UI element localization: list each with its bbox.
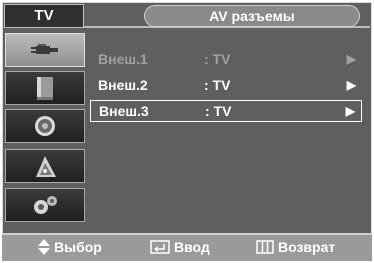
menu-row-ext3[interactable]: Внеш.3 : TV ▶ <box>90 100 362 122</box>
footer-select-label: Выбор <box>54 239 102 255</box>
footer-enter: Ввод <box>150 235 210 259</box>
channel-icon <box>36 156 56 177</box>
footer-select: Выбор <box>38 235 102 259</box>
menu-row-label: Внеш.2 <box>98 77 148 93</box>
sidebar-item-picture[interactable] <box>5 71 85 105</box>
menu-row-ext2[interactable]: Внеш.2 : TV ▶ <box>90 75 362 97</box>
up-down-arrow-icon <box>38 239 50 255</box>
right-arrow-icon: ▶ <box>345 104 355 118</box>
tv-tab[interactable]: TV <box>4 4 84 28</box>
enter-icon <box>150 240 170 254</box>
sidebar <box>5 33 85 229</box>
picture-icon <box>37 77 53 100</box>
menu-row-label: Внеш.1 <box>98 51 148 67</box>
footer-return-label: Возврат <box>278 239 336 255</box>
antenna-plug-icon <box>31 44 58 54</box>
sidebar-item-channel[interactable] <box>5 149 85 183</box>
menu-row-value: : TV <box>204 51 231 67</box>
sidebar-item-sound[interactable] <box>5 109 85 143</box>
tv-osd-screen: TV AV разъемы Внеш.1: TV ▶ Внеш.2: TV … <box>0 0 374 263</box>
menu-title: AV разъемы <box>144 5 360 27</box>
footer-enter-label: Ввод <box>174 239 210 255</box>
menu-row-value: : TV <box>205 103 232 119</box>
footer-hint-bar: Выбор Ввод Возврат <box>2 233 372 261</box>
setup-icon <box>34 196 57 214</box>
menu-row-value: : TV <box>204 77 231 93</box>
right-arrow-icon: ▶ <box>346 78 356 92</box>
sidebar-item-setup[interactable] <box>5 188 85 222</box>
menu-row-label: Внеш.3 <box>99 103 149 119</box>
right-arrow-icon: ▶ <box>346 52 356 66</box>
return-icon <box>256 240 274 254</box>
menu-row-ext1[interactable]: Внеш.1 : TV ▶ <box>90 49 362 71</box>
footer-return: Возврат <box>256 235 335 259</box>
sidebar-item-input[interactable] <box>5 33 85 67</box>
speaker-icon <box>35 116 55 136</box>
